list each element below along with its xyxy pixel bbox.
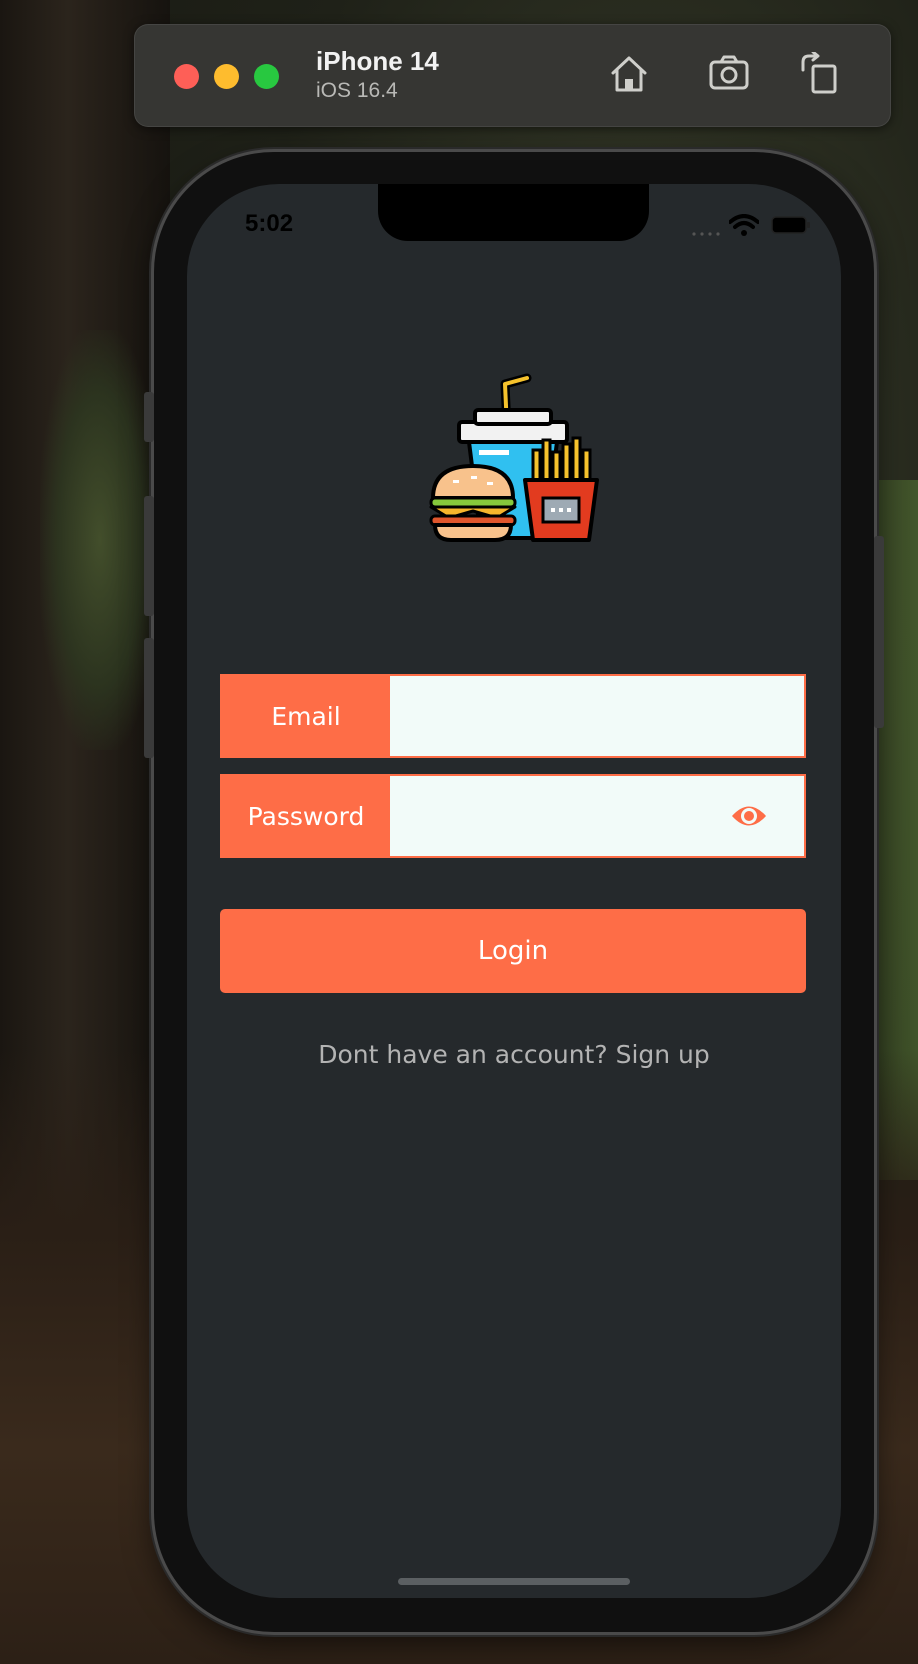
home-indicator[interactable] [398, 1578, 630, 1585]
signal-icon [692, 232, 720, 236]
password-label: Password [222, 776, 390, 856]
signup-link[interactable]: Dont have an account? Sign up [187, 1040, 841, 1069]
power-button [874, 536, 884, 728]
mute-switch [144, 392, 154, 442]
background-foliage [40, 330, 160, 750]
rotate-icon[interactable] [797, 52, 841, 96]
minimize-window-button[interactable] [214, 64, 239, 89]
fast-food-logo-icon [429, 373, 599, 542]
simulator-toolbar [134, 24, 891, 127]
password-field-group: Password [220, 774, 806, 858]
close-window-button[interactable] [174, 64, 199, 89]
home-icon[interactable] [607, 52, 651, 96]
app-screen: 5:02 Email Password Login Dont have an a… [187, 184, 841, 1598]
notch [378, 184, 649, 241]
zoom-window-button[interactable] [254, 64, 279, 89]
screenshot-icon[interactable] [707, 52, 751, 96]
email-field[interactable] [390, 676, 804, 756]
device-name: iPhone 14 [316, 46, 439, 76]
volume-down-button [144, 638, 154, 758]
email-label: Email [222, 676, 390, 756]
email-field-group: Email [220, 674, 806, 758]
show-password-eye-icon[interactable] [730, 799, 768, 833]
volume-up-button [144, 496, 154, 616]
battery-icon [771, 216, 810, 234]
status-time: 5:02 [245, 210, 294, 237]
os-version: iOS 16.4 [316, 79, 398, 102]
login-button[interactable]: Login [220, 909, 806, 993]
wifi-icon [729, 214, 759, 236]
